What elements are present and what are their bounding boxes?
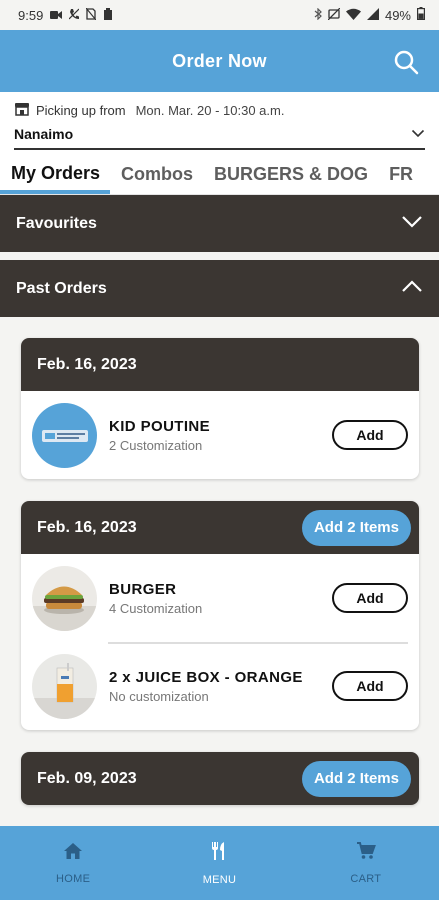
nav-cart[interactable]: CART [316,841,416,885]
store-name: Nanaimo [14,126,74,142]
chevron-up-icon [401,279,423,298]
sim-off-icon [85,7,97,23]
pickup-datetime[interactable]: Mon. Mar. 20 - 10:30 a.m. [136,103,285,118]
add-all-items-button[interactable]: Add 2 Items [301,509,411,546]
add-button[interactable]: Add [332,671,408,701]
order-card-header: Feb. 16, 2023 Add 2 Items [21,501,419,554]
app-header: Order Now [0,30,439,92]
nav-cart-label: CART [350,872,382,885]
item-name: KID POUTINE [109,417,211,435]
item-customization: 4 Customization [109,600,203,616]
juice-box-image [32,653,97,719]
tab-combos[interactable]: Combos [110,164,203,194]
nav-menu-label: MENU [202,873,237,886]
divider [0,252,439,260]
chevron-down-icon [401,215,423,233]
bluetooth-icon [314,7,322,23]
search-icon [394,50,419,75]
pickup-info: Picking up from Mon. Mar. 20 - 10:30 a.m… [0,92,439,152]
past-orders-label: Past Orders [16,279,107,297]
item-customization: 2 Customization [109,437,203,453]
tab-burgers-and-dog[interactable]: BURGERS & DOG [203,164,378,194]
status-right: 49% [314,7,426,23]
fork-knife-icon [210,841,228,866]
order-item: 2 x JUICE BOX - ORANGE No customization … [21,642,419,730]
order-date: Feb. 16, 2023 [37,518,137,536]
add-button[interactable]: Add [332,420,408,450]
signal-icon [366,7,379,23]
page-title: Order Now [172,50,267,71]
order-item: BURGER 4 Customization Add [21,554,419,642]
status-time: 9:59 [18,7,44,23]
past-orders-header[interactable]: Past Orders [0,260,439,317]
favourites-label: Favourites [16,214,97,232]
clipboard-icon [103,7,113,23]
chevron-down-icon [411,125,425,143]
pickup-line: Picking up from Mon. Mar. 20 - 10:30 a.m… [14,102,425,119]
order-card-header: Feb. 16, 2023 [21,338,419,391]
order-card: Feb. 09, 2023 Add 2 Items [21,752,419,805]
item-name: BURGER [109,580,177,598]
item-text: KID POUTINE 2 Customization [109,418,332,453]
cart-icon [356,841,376,865]
item-customization: No customization [109,688,209,704]
status-bar: 9:59 49% [0,0,439,30]
nav-menu[interactable]: MENU [169,841,269,886]
phone-off-icon [68,8,80,23]
item-name: 2 x JUICE BOX - ORANGE [109,668,303,686]
burger-image [32,565,97,631]
past-orders-list: Feb. 16, 2023 KID POUTINE 2 Customizatio… [0,317,439,805]
store-icon [14,102,30,119]
store-selector[interactable]: Nanaimo [14,125,425,150]
video-camera-icon [50,8,63,23]
kid-poutine-image [32,402,97,468]
item-text: 2 x JUICE BOX - ORANGE No customization [109,669,332,704]
item-text: BURGER 4 Customization [109,581,332,616]
battery-percent: 49% [384,7,411,23]
order-date: Feb. 16, 2023 [37,355,137,373]
search-button[interactable] [393,49,419,75]
status-left: 9:59 [18,7,113,23]
add-button[interactable]: Add [332,583,408,613]
tab-fries[interactable]: FR [378,164,423,194]
nav-home-label: HOME [56,872,91,885]
mute-icon [327,7,341,23]
favourites-header[interactable]: Favourites [0,195,439,252]
tab-my-orders[interactable]: My Orders [0,163,111,194]
order-card-header: Feb. 09, 2023 Add 2 Items [21,752,419,805]
pickup-label: Picking up from [36,103,126,118]
wifi-icon [345,8,361,23]
nav-home[interactable]: HOME [23,842,123,885]
home-icon [63,842,83,865]
bottom-nav: HOME MENU CART [0,826,439,900]
order-card: Feb. 16, 2023 Add 2 Items BURGER 4 Custo… [21,501,419,730]
order-card: Feb. 16, 2023 KID POUTINE 2 Customizatio… [21,338,419,479]
battery-icon [417,7,426,23]
order-date: Feb. 09, 2023 [37,769,137,787]
order-item: KID POUTINE 2 Customization Add [21,391,419,479]
add-all-items-button[interactable]: Add 2 Items [301,760,411,797]
app-screen: 9:59 49% Order Now Picking up from Mon. … [0,0,439,900]
category-tabs: My Orders Combos BURGERS & DOG FR [0,152,439,195]
